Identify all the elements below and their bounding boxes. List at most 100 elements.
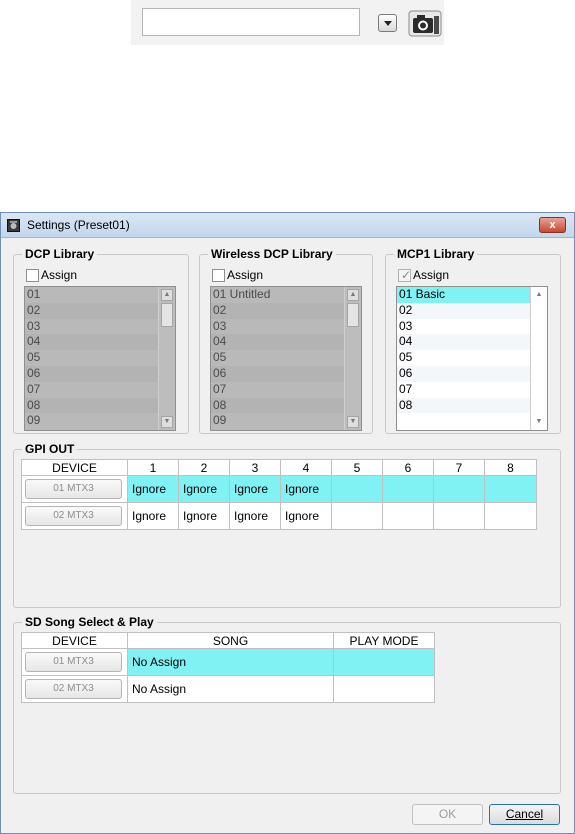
gpi-header-cell: 3 — [229, 459, 281, 476]
sd-song-cell[interactable]: No Assign — [127, 675, 334, 703]
dcp-list-item[interactable]: 07 — [25, 382, 175, 398]
device-button[interactable]: 01 MTX3 — [25, 479, 122, 499]
wireless-dcp-list-item[interactable]: 07 — [211, 382, 361, 398]
dcp-assign-label: Assign — [41, 268, 78, 282]
wireless-assign-label: Assign — [227, 268, 264, 282]
mcp1-library-list[interactable]: 01 Basic 02 03 04 05 06 07 08 ▲ ▼ — [396, 286, 548, 431]
scroll-down-icon[interactable]: ▼ — [533, 416, 545, 428]
dcp-list-item[interactable]: 04 — [25, 334, 175, 351]
gpi-value-cell[interactable] — [433, 475, 485, 503]
gpi-value-cell[interactable]: Ignore — [178, 475, 230, 503]
ok-button[interactable]: OK — [412, 804, 483, 825]
device-button[interactable]: 02 MTX3 — [25, 679, 122, 699]
gpi-header-cell: 1 — [127, 459, 179, 476]
dcp-list-scrollbar[interactable]: ▲ ▼ — [158, 287, 175, 430]
wireless-assign-checkbox[interactable]: Assign — [212, 268, 263, 282]
sd-play-mode-cell[interactable] — [333, 675, 435, 703]
mcp1-list-item[interactable]: 05 — [397, 350, 547, 366]
settings-dialog: Settings (Preset01) x DCP Library Assign… — [0, 212, 575, 834]
scroll-thumb[interactable] — [161, 303, 173, 327]
sd-table-row: 01 MTX3 No Assign — [21, 648, 435, 676]
gpi-device-cell: 02 MTX3 — [21, 502, 128, 530]
sd-play-mode-cell[interactable] — [333, 648, 435, 676]
dcp-list-item[interactable]: 05 — [25, 350, 175, 366]
gpi-value-cell[interactable] — [382, 475, 434, 503]
mcp1-list-item[interactable]: 01 Basic — [397, 287, 547, 303]
wireless-dcp-list-item[interactable]: 05 — [211, 350, 361, 366]
window-title: Settings (Preset01) — [27, 218, 130, 232]
mcp1-list-scrollbar[interactable]: ▲ ▼ — [530, 287, 547, 430]
gpi-value-cell[interactable]: Ignore — [229, 475, 281, 503]
checkbox-icon — [26, 268, 39, 282]
gpi-value-cell[interactable] — [382, 502, 434, 530]
wireless-dcp-library-list[interactable]: 01 Untitled 02 03 04 05 06 07 08 09 ▲ ▼ — [210, 286, 362, 431]
camera-icon[interactable] — [408, 10, 442, 37]
mcp1-library-title: MCP1 Library — [394, 247, 478, 261]
gpi-value-cell[interactable] — [484, 502, 537, 530]
dcp-assign-checkbox[interactable]: Assign — [26, 268, 77, 282]
gpi-out-title: GPI OUT — [22, 442, 78, 456]
mcp1-list-item[interactable]: 08 — [397, 397, 547, 414]
scroll-up-icon[interactable]: ▲ — [347, 289, 359, 301]
scroll-down-icon[interactable]: ▼ — [347, 416, 359, 428]
mcp1-list-item[interactable]: 07 — [397, 382, 547, 398]
mcp1-list-item[interactable]: 06 — [397, 365, 547, 382]
wireless-dcp-list-item[interactable]: 09 — [211, 413, 361, 429]
gpi-header-cell: 5 — [331, 459, 383, 476]
title-bar: Settings (Preset01) x — [1, 213, 574, 238]
gpi-value-cell[interactable]: Ignore — [280, 502, 332, 530]
wireless-dcp-library-group: Wireless DCP Library Assign 01 Untitled 0… — [199, 247, 373, 434]
scroll-up-icon[interactable]: ▲ — [533, 289, 545, 301]
mcp1-list-item[interactable]: 02 — [397, 302, 547, 319]
wireless-dcp-list-item[interactable]: 04 — [211, 334, 361, 351]
mcp1-assign-checkbox[interactable]: ✓ Assign — [398, 268, 449, 282]
wireless-dcp-list-item[interactable]: 01 Untitled — [211, 287, 361, 303]
sd-song-cell[interactable]: No Assign — [127, 648, 334, 676]
gpi-out-table: DEVICE 1 2 3 4 5 6 7 8 01 MTX3 Ignore Ignore Ignore… — [21, 459, 537, 530]
gpi-table-row: 02 MTX3 Ignore Ignore Ignore Ignore — [21, 502, 537, 530]
wireless-dcp-list-item[interactable]: 03 — [211, 319, 361, 335]
dcp-list-item[interactable]: 03 — [25, 319, 175, 335]
wireless-dcp-list-item[interactable]: 08 — [211, 397, 361, 414]
wireless-list-scrollbar[interactable]: ▲ ▼ — [344, 287, 361, 430]
app-icon — [7, 219, 20, 232]
dcp-list-item[interactable]: 06 — [25, 365, 175, 382]
preset-name-field[interactable] — [142, 8, 360, 36]
cancel-button[interactable]: Cancel — [489, 804, 560, 825]
dcp-list-item[interactable]: 08 — [25, 397, 175, 414]
wireless-dcp-list-item[interactable]: 02 — [211, 302, 361, 319]
gpi-value-cell[interactable]: Ignore — [127, 475, 179, 503]
wireless-dcp-list-item[interactable]: 06 — [211, 365, 361, 382]
gpi-header-cell: 4 — [280, 459, 332, 476]
gpi-value-cell[interactable]: Ignore — [280, 475, 332, 503]
mcp1-assign-label: Assign — [413, 268, 450, 282]
scroll-down-icon[interactable]: ▼ — [161, 416, 173, 428]
gpi-value-cell[interactable] — [484, 475, 537, 503]
scroll-thumb[interactable] — [347, 303, 359, 327]
dcp-list-item[interactable]: 09 — [25, 413, 175, 429]
gpi-header-cell: 6 — [382, 459, 434, 476]
mcp1-list-item[interactable]: 03 — [397, 319, 547, 335]
gpi-value-cell[interactable] — [331, 502, 383, 530]
dropdown-arrow-icon[interactable] — [378, 14, 397, 32]
sd-header-cell: SONG — [127, 632, 334, 649]
close-icon[interactable]: x — [539, 217, 566, 233]
dcp-list-item[interactable]: 02 — [25, 302, 175, 319]
device-button[interactable]: 02 MTX3 — [25, 506, 122, 526]
gpi-value-cell[interactable]: Ignore — [229, 502, 281, 530]
scroll-up-icon[interactable]: ▲ — [161, 289, 173, 301]
dcp-list-item[interactable]: 01 — [25, 287, 175, 303]
dcp-library-group: DCP Library Assign 01 02 03 04 05 06 07 08 09 ▲ … — [13, 247, 189, 434]
sd-header-cell: PLAY MODE — [333, 632, 435, 649]
dcp-library-list[interactable]: 01 02 03 04 05 06 07 08 09 ▲ ▼ — [24, 286, 176, 431]
device-button[interactable]: 01 MTX3 — [25, 652, 122, 672]
dcp-library-title: DCP Library — [22, 247, 98, 261]
gpi-value-cell[interactable]: Ignore — [127, 502, 179, 530]
gpi-header-cell: 2 — [178, 459, 230, 476]
gpi-value-cell[interactable] — [331, 475, 383, 503]
gpi-value-cell[interactable]: Ignore — [178, 502, 230, 530]
checkbox-icon — [212, 268, 225, 282]
mcp1-list-item[interactable]: 04 — [397, 334, 547, 351]
sd-table-row: 02 MTX3 No Assign — [21, 675, 435, 703]
gpi-value-cell[interactable] — [433, 502, 485, 530]
